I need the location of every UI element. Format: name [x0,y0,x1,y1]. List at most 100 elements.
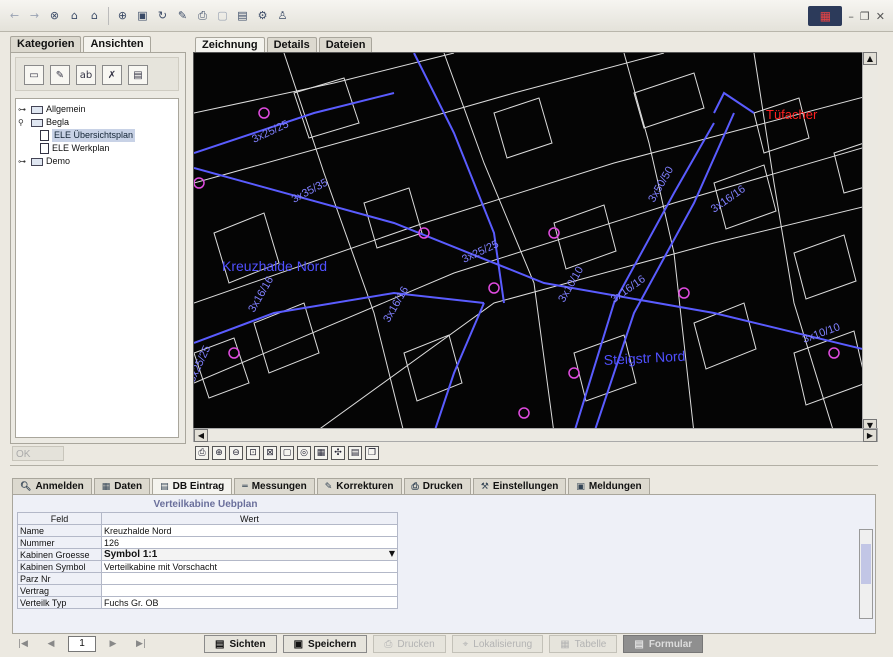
field-value[interactable]: Kreuzhalde Nord [100,524,399,537]
pan-icon[interactable]: ✣ [331,446,345,460]
copy-icon[interactable]: ❐ [365,446,379,460]
tab-drucken[interactable]: ⎙ Drucken [403,478,471,494]
zoom-icon[interactable]: ⊕ [114,7,131,24]
stop-icon[interactable]: ⊗ [46,7,63,24]
column-header-value: Wert [100,512,399,525]
select-icon[interactable]: ▢ [280,446,294,460]
scroll-up-icon[interactable]: ▲ [863,52,877,65]
zoom-extents-icon[interactable]: ⊠ [263,446,277,460]
next-record-icon[interactable]: ▶ [102,636,124,652]
formular-button[interactable]: ▤ Formular [623,635,704,653]
tree-item[interactable]: ⚲ Begla [18,116,176,129]
sichten-button[interactable]: ▤ Sichten [204,635,277,653]
field-value[interactable]: Fuchs Gr. OB [100,596,399,609]
print-map-icon[interactable]: ⎙ [195,446,209,460]
tree-item[interactable]: ELE Werkplan [18,142,176,155]
map-horizontal-scrollbar[interactable]: ◀ ▶ [193,428,878,442]
drawing-canvas[interactable]: Tüfacher Kreuzhalde Nord Steigstr Nord 3… [193,52,878,432]
minimize-icon[interactable]: – [848,10,854,23]
rename-icon[interactable]: ab [76,65,96,85]
tree-item-label: Begla [46,117,70,127]
tab-details[interactable]: Details [266,37,317,53]
print-icon[interactable]: ⎙ [194,7,211,24]
restore-icon[interactable]: ❐ [860,10,870,23]
table-row[interactable]: Verteilk Typ Fuchs Gr. OB [17,596,399,609]
chevron-down-icon[interactable]: ▼ [389,550,395,559]
panel-splitter[interactable] [10,465,878,469]
correction-icon: ✎ [324,481,333,492]
network-map[interactable]: Tüfacher Kreuzhalde Nord Steigstr Nord 3… [194,53,878,432]
close-icon[interactable]: ✕ [876,10,885,23]
person-icon[interactable]: ♙ [274,7,291,24]
tab-daten[interactable]: ▦ Daten [93,478,151,494]
tab-kategorien[interactable]: Kategorien [10,36,82,52]
scroll-thumb[interactable] [861,544,871,584]
settings-icon[interactable]: ⚙ [254,7,271,24]
tab-ansichten[interactable]: Ansichten [83,36,151,52]
drucken-button[interactable]: ⎙ Drucken [373,635,446,653]
zoom-out-icon[interactable]: ⊖ [229,446,243,460]
table-row[interactable]: Kabinen Groesse Symbol 1:1 ▼ [17,548,399,561]
tab-korrekturen[interactable]: ✎ Korrekturen [316,478,402,494]
tree-item[interactable]: ⊶ Allgemein [18,103,176,116]
home-icon[interactable]: ⌂ [66,7,83,24]
field-value[interactable] [100,572,399,585]
prev-record-icon[interactable]: ◀ [40,636,62,652]
db-entry-form: Verteilkabine Uebplan Feld Wert Name Kreu… [12,494,876,634]
disabled-icon[interactable]: ▢ [214,7,231,24]
tab-dateien[interactable]: Dateien [318,37,373,53]
tab-zeichnung[interactable]: Zeichnung [195,37,265,53]
speichern-button[interactable]: ▣ Speichern [282,635,368,653]
favorites-icon[interactable]: ⌂ [86,7,103,24]
field-value[interactable]: 126 [100,536,399,549]
tree-item[interactable]: ⊶ Demo [18,155,176,168]
delete-view-icon[interactable]: ✗ [102,65,122,85]
table-row[interactable]: Nummer 126 [17,536,399,549]
messages-icon: ▣ [576,481,585,492]
tree-item[interactable]: ELE Übersichtsplan [18,129,176,142]
button-label: Speichern [308,638,357,650]
layers-icon[interactable]: ▦ [314,446,328,460]
field-value[interactable] [100,584,399,597]
edit-icon[interactable]: ✎ [174,7,191,24]
tab-meldungen[interactable]: ▣ Meldungen [568,478,650,494]
save-icon: ▣ [293,638,304,650]
table-row[interactable]: Kabinen Symbol Verteilkabine mit Vorschac… [17,560,399,573]
table-row[interactable]: Parz Nr [17,572,399,585]
zoom-window-icon[interactable]: ⊡ [246,446,260,460]
table-row[interactable]: Name Kreuzhalde Nord [17,524,399,537]
tab-anmelden[interactable]: 🔍︎ Anmelden [12,478,92,494]
collapse-icon[interactable]: ⚲ [18,116,28,129]
zoom-in-icon[interactable]: ⊕ [212,446,226,460]
first-record-icon[interactable]: |◀ [12,636,34,652]
scroll-right-icon[interactable]: ▶ [863,429,877,442]
expand-icon[interactable]: ⊶ [18,155,28,168]
export-view-icon[interactable]: ▤ [128,65,148,85]
table-icon[interactable]: ▤ [234,7,251,24]
expand-icon[interactable]: ⊶ [18,103,28,116]
tab-einstellungen[interactable]: ⚒ Einstellungen [472,478,567,494]
form-scrollbar[interactable] [859,529,873,619]
field-value-select[interactable]: Symbol 1:1 ▼ [100,548,399,561]
tab-label: DB Eintrag [172,481,225,492]
view-icon: ▤ [215,638,225,650]
edit-view-icon[interactable]: ✎ [50,65,70,85]
scroll-left-icon[interactable]: ◀ [194,429,208,442]
tab-db-eintrag[interactable]: ▤ DB Eintrag [152,478,233,494]
ok-button[interactable]: OK [12,446,64,461]
last-record-icon[interactable]: ▶| [130,636,152,652]
lokalisierung-button[interactable]: ⌖ Lokalisierung [451,635,544,653]
new-view-icon[interactable]: ▭ [24,65,44,85]
refresh-icon[interactable]: ↻ [154,7,171,24]
info-icon[interactable]: ▤ [348,446,362,460]
print-preview-icon[interactable]: ▣ [134,7,151,24]
tabelle-button[interactable]: ▦ Tabelle [549,635,618,653]
forward-arrow-icon[interactable]: → [26,7,43,24]
center-icon[interactable]: ◎ [297,446,311,460]
record-number-input[interactable]: 1 [68,636,96,652]
table-row[interactable]: Vertrag [17,584,399,597]
field-value[interactable]: Verteilkabine mit Vorschacht [100,560,399,573]
map-vertical-scrollbar[interactable]: ▲ ▼ [862,52,878,432]
back-arrow-icon[interactable]: ← [6,7,23,24]
tab-messungen[interactable]: ═ Messungen [234,478,315,494]
